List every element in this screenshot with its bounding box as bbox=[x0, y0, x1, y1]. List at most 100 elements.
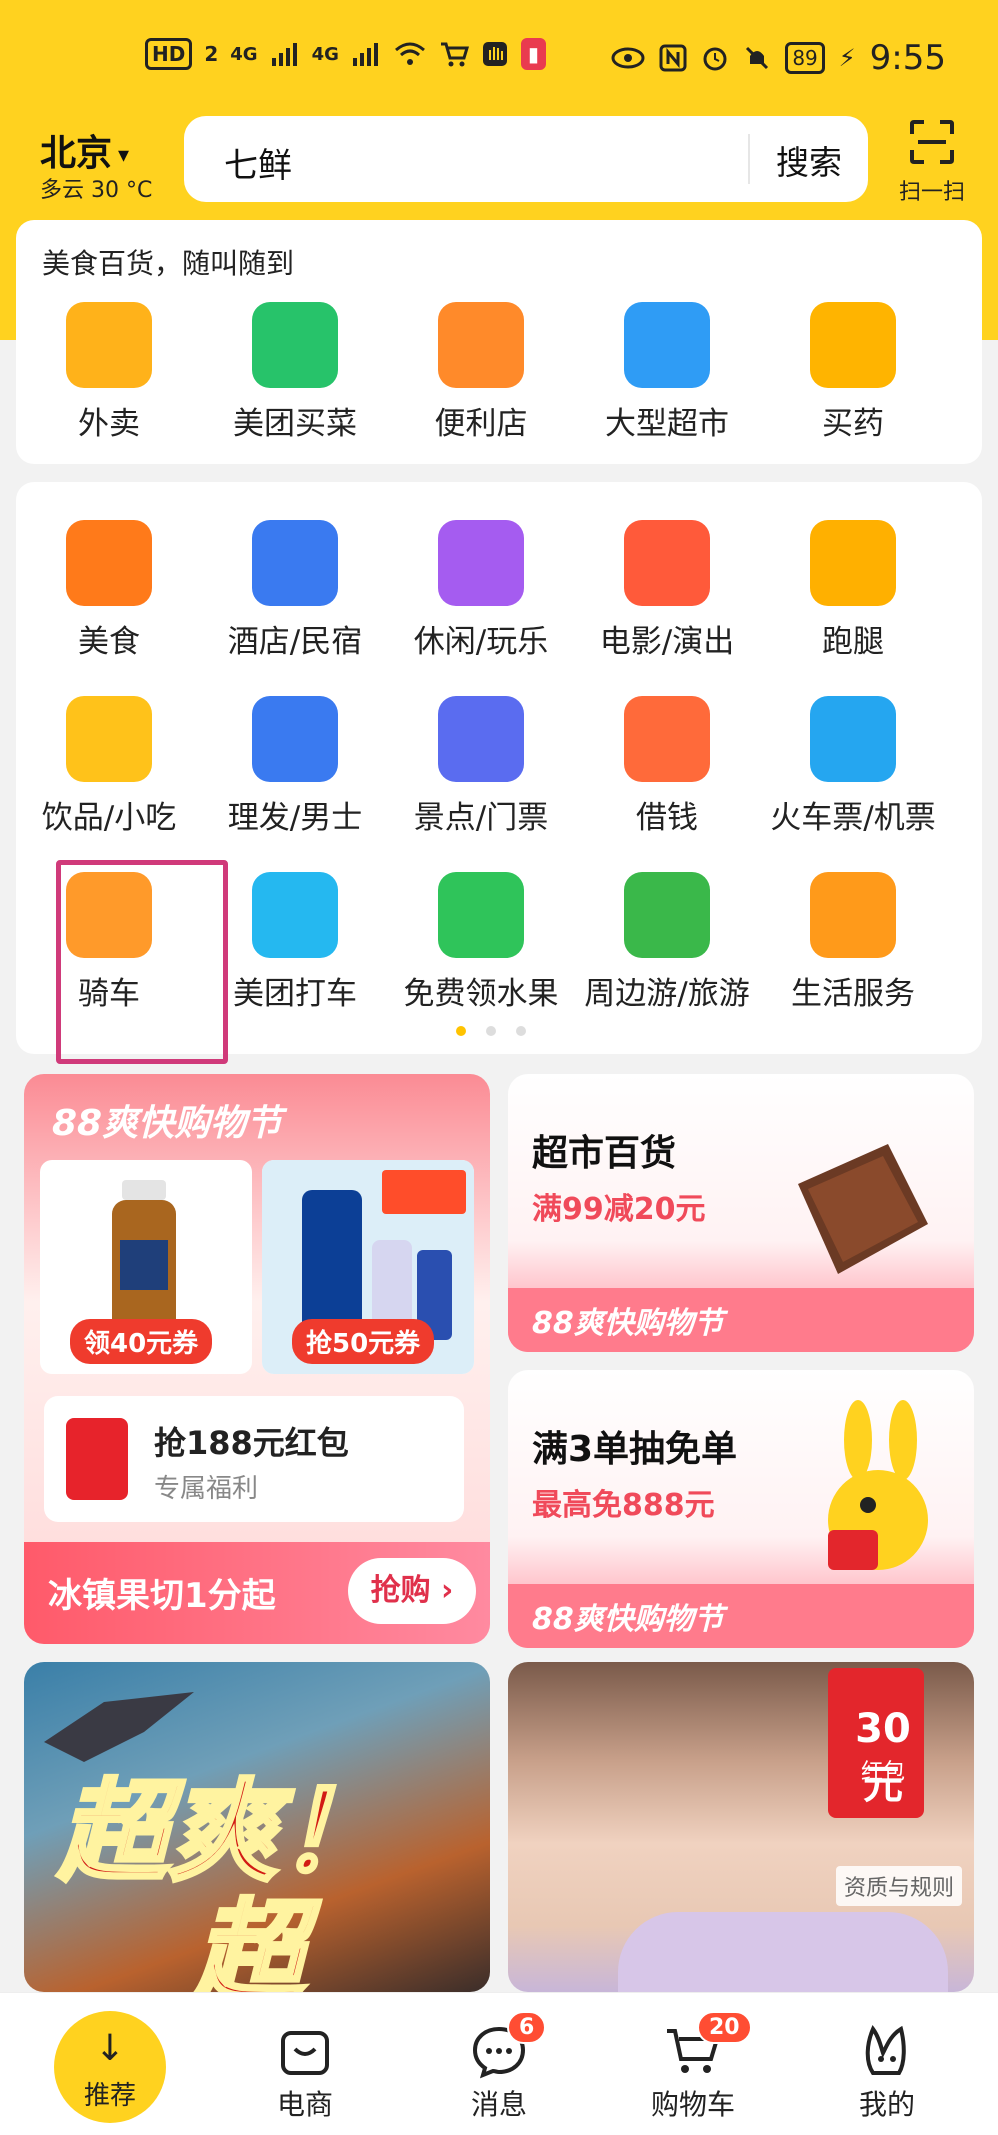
city-selector[interactable]: 北京 ▾ bbox=[40, 124, 129, 176]
service-r1-3[interactable]: 借钱 bbox=[574, 696, 760, 837]
signal-4g-2: 4G bbox=[311, 43, 339, 65]
convenience-store-icon bbox=[438, 302, 524, 388]
service-delivery-2[interactable]: 便利店 bbox=[388, 302, 574, 443]
chocolate-image bbox=[798, 1144, 928, 1274]
service-r2-1[interactable]: 美团打车 bbox=[202, 872, 388, 1013]
red-packet-icon bbox=[66, 1418, 128, 1500]
service-delivery-3[interactable]: 大型超市 bbox=[574, 302, 760, 443]
service-delivery-4[interactable]: 买药 bbox=[760, 302, 946, 443]
palm-tree-icon bbox=[624, 872, 710, 958]
service-r2-3[interactable]: 周边游/旅游 bbox=[574, 872, 760, 1013]
service-label: 大型超市 bbox=[605, 406, 729, 442]
service-label: 火车票/机票 bbox=[770, 800, 936, 836]
search-input[interactable]: 七鲜 bbox=[224, 138, 292, 187]
hd-indicator: HD bbox=[145, 38, 193, 70]
nav-cart-label: 购物车 bbox=[650, 2088, 735, 2121]
service-delivery-1[interactable]: 美团买菜 bbox=[202, 302, 388, 443]
supermarket-promo-subtitle: 满99减20元 bbox=[532, 1192, 706, 1227]
service-r1-4[interactable]: 火车票/机票 bbox=[760, 696, 946, 837]
battery-indicator: 89 bbox=[785, 42, 825, 74]
service-label: 借钱 bbox=[636, 800, 698, 836]
product-oolong-tea[interactable]: 领40元券 bbox=[40, 1160, 252, 1374]
nav-recommend[interactable]: ↓ 推荐 bbox=[54, 2011, 166, 2123]
cart-icon: 20 bbox=[665, 2011, 752, 2079]
page-indicator bbox=[456, 1026, 526, 1036]
supermarket-promo-card[interactable]: 超市百货 满99减20元 88爽快购物节 bbox=[508, 1074, 974, 1352]
bottom-navigation: ↓ 推荐 电商 6 消息 20 购物车 我的 bbox=[0, 1992, 998, 2135]
barber-head-icon bbox=[252, 696, 338, 782]
mute-bell-icon bbox=[746, 46, 769, 70]
service-r1-2[interactable]: 景点/门票 bbox=[388, 696, 574, 837]
services-row-1: 美食 酒店/民宿 休闲/玩乐 电影/演出 跑腿 bbox=[16, 520, 982, 661]
service-r0-0[interactable]: 美食 bbox=[16, 520, 202, 661]
service-r0-3[interactable]: 电影/演出 bbox=[574, 520, 760, 661]
page-dot bbox=[516, 1026, 526, 1036]
service-delivery-0[interactable]: 外卖 bbox=[16, 302, 202, 443]
fruit-deal-bar[interactable]: 冰镇果切1分起 抢购 › bbox=[24, 1542, 490, 1644]
free-order-promo-card[interactable]: 满3单抽免单 最高免888元 88爽快购物节 bbox=[508, 1370, 974, 1648]
search-bar[interactable]: 七鲜 搜索 bbox=[184, 116, 868, 202]
service-r2-4[interactable]: 生活服务 bbox=[760, 872, 946, 1013]
red-packet-offer[interactable]: 抢188元红包 专属福利 bbox=[44, 1396, 464, 1522]
mascot-rabbit-image bbox=[828, 1400, 928, 1570]
temple-icon bbox=[438, 696, 524, 782]
promo-footer: 88爽快购物节 bbox=[508, 1584, 974, 1648]
leisure-grid-icon bbox=[438, 520, 524, 606]
red-envelope-label: 红包 bbox=[860, 1760, 905, 1785]
highlight-box bbox=[56, 860, 228, 1064]
service-label: 买药 bbox=[822, 406, 884, 442]
delivery-row: 外卖 美团买菜 便利店 大型超市 买药 bbox=[16, 302, 982, 443]
search-button[interactable]: 搜索 bbox=[776, 136, 842, 184]
service-r0-1[interactable]: 酒店/民宿 bbox=[202, 520, 388, 661]
supermarket-promo-title: 超市百货 bbox=[532, 1133, 677, 1174]
promo-footer-label: 88爽快购物节 bbox=[532, 1306, 724, 1341]
cart-badge: 20 bbox=[697, 2011, 752, 2044]
promo-footer: 88爽快购物节 bbox=[508, 1288, 974, 1352]
service-r0-4[interactable]: 跑腿 bbox=[760, 520, 946, 661]
service-label: 饮品/小吃 bbox=[41, 800, 177, 836]
signal-icon bbox=[352, 43, 378, 66]
yuan-loan-icon bbox=[624, 696, 710, 782]
shop-bag-icon bbox=[277, 2023, 333, 2079]
live-feed-card[interactable]: 30元 红包 资质与规则 bbox=[508, 1662, 974, 1992]
service-r1-1[interactable]: 理发/男士 bbox=[202, 696, 388, 837]
services-row-2: 饮品/小吃 理发/男士 景点/门票 借钱 火车票/机票 bbox=[16, 696, 982, 837]
nav-profile[interactable]: 我的 bbox=[812, 1993, 962, 2123]
coupon-badge: 抢50元券 bbox=[292, 1319, 435, 1364]
signal-icon bbox=[271, 43, 297, 66]
train-plane-icon bbox=[810, 696, 896, 782]
service-label: 休闲/玩乐 bbox=[413, 624, 549, 660]
coupon-badge: 领40元券 bbox=[70, 1319, 213, 1364]
nav-cart[interactable]: 20 购物车 bbox=[618, 1993, 768, 2123]
hotel-building-icon bbox=[252, 520, 338, 606]
nav-messages[interactable]: 6 消息 bbox=[424, 1993, 574, 2123]
nav-messages-label: 消息 bbox=[470, 2088, 527, 2121]
fork-knife-icon bbox=[66, 520, 152, 606]
shopping-festival-card[interactable]: 88爽快购物节 领40元券 抢50元券 抢188元红包 专属福利 冰镇果切1分起… bbox=[24, 1074, 490, 1644]
product-shampoo[interactable]: 抢50元券 bbox=[262, 1160, 474, 1374]
movie-feed-card[interactable]: 超爽！ 超燃！ bbox=[24, 1662, 490, 1992]
weather-info: 多云 30 °C bbox=[40, 178, 153, 203]
nav-ecommerce[interactable]: 电商 bbox=[230, 1993, 380, 2123]
service-label: 便利店 bbox=[434, 406, 528, 442]
grab-button[interactable]: 抢购 › bbox=[348, 1558, 476, 1624]
service-r0-2[interactable]: 休闲/玩乐 bbox=[388, 520, 574, 661]
drink-donut-icon bbox=[66, 696, 152, 782]
free-order-subtitle: 最高免888元 bbox=[532, 1488, 715, 1523]
signal-4g-1: 4G bbox=[230, 43, 258, 65]
service-r1-0[interactable]: 饮品/小吃 bbox=[16, 696, 202, 837]
supermarket-cart-icon bbox=[624, 302, 710, 388]
service-label: 外卖 bbox=[78, 406, 140, 442]
service-r2-2[interactable]: 免费领水果 bbox=[388, 872, 574, 1013]
nav-recommend-label: 推荐 bbox=[83, 2081, 136, 2111]
scan-button[interactable]: 扫一扫 bbox=[892, 120, 972, 206]
nfc-icon bbox=[659, 44, 687, 72]
qualification-rules-link[interactable]: 资质与规则 bbox=[836, 1866, 963, 1906]
service-label: 周边游/旅游 bbox=[584, 976, 750, 1012]
services-grid-card: 美食 酒店/民宿 休闲/玩乐 电影/演出 跑腿 饮品/小吃 理发/男士 景点/门票 借钱 火车票… bbox=[16, 482, 982, 1064]
status-right: 89 ⚡ 9:55 bbox=[611, 38, 946, 78]
city-name: 北京 bbox=[40, 133, 113, 174]
page-dot bbox=[486, 1026, 496, 1036]
status-left: HD 2 4G 4G ▮ bbox=[145, 38, 546, 70]
service-label: 理发/男士 bbox=[227, 800, 363, 836]
